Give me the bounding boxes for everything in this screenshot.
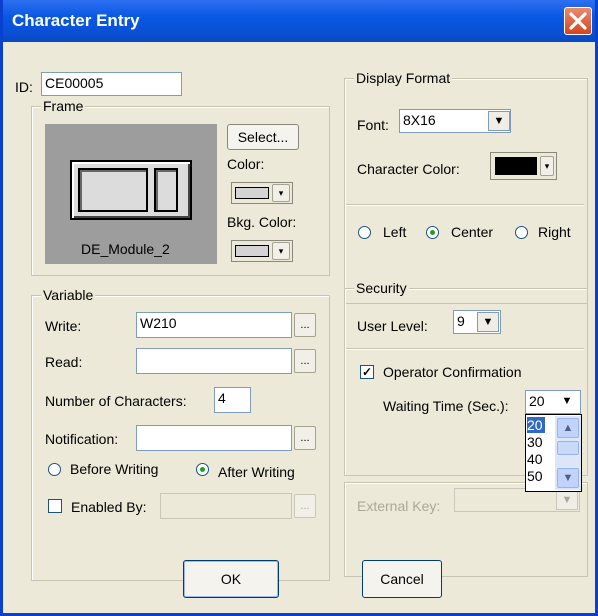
chevron-down-icon[interactable]: ▼ [477, 312, 499, 332]
title-bar[interactable]: Character Entry [3, 0, 595, 42]
display-format-legend: Display Format [354, 70, 453, 86]
ok-button[interactable]: OK [183, 560, 279, 598]
id-input[interactable]: CE00005 [41, 72, 182, 96]
read-input[interactable] [136, 348, 292, 374]
dropdown-scrollbar[interactable]: ▲ ▼ [555, 416, 581, 490]
after-writing-label: After Writing [218, 464, 295, 480]
write-input[interactable]: W210 [136, 312, 292, 338]
before-writing-radio[interactable] [48, 463, 61, 476]
align-center-radio[interactable] [426, 226, 439, 239]
waiting-time-dropdown-list[interactable]: 20 30 40 50 ▲ ▼ [525, 414, 582, 492]
write-label: Write: [45, 318, 82, 334]
scroll-down-icon[interactable]: ▼ [557, 468, 579, 488]
font-label: Font: [357, 117, 389, 133]
waiting-time-option[interactable]: 30 [527, 434, 543, 450]
character-color-swatch [495, 157, 537, 175]
notification-input[interactable] [136, 425, 292, 451]
close-icon [569, 12, 587, 30]
waiting-time-value: 20 [529, 393, 545, 409]
frame-preview-module [70, 160, 192, 220]
waiting-time-label: Waiting Time (Sec.): [383, 398, 509, 414]
close-button[interactable] [564, 7, 592, 35]
bkg-color-label: Bkg. Color: [227, 214, 297, 230]
enabled-by-browse-button: ... [294, 494, 316, 518]
bkg-color-picker[interactable]: ▾ [231, 240, 293, 262]
operator-confirmation-checkbox[interactable]: ✓ [360, 365, 374, 379]
window-title: Character Entry [12, 11, 140, 30]
variable-legend: Variable [41, 287, 96, 303]
number-of-characters-input[interactable]: 4 [214, 387, 251, 413]
frame-color-label: Color: [227, 156, 265, 172]
enabled-by-checkbox[interactable] [48, 499, 62, 513]
before-writing-label: Before Writing [70, 461, 159, 477]
align-right-radio[interactable] [515, 226, 528, 239]
external-key-label: External Key: [357, 498, 441, 514]
align-right-label: Right [538, 224, 571, 240]
chevron-down-icon[interactable]: ▾ [540, 156, 554, 176]
enabled-by-input [160, 493, 292, 519]
scrollbar-thumb[interactable] [557, 441, 579, 455]
frame-color-picker[interactable]: ▾ [231, 182, 293, 204]
checkmark-icon: ✓ [361, 365, 373, 379]
enabled-by-label: Enabled By: [71, 499, 147, 515]
security-legend: Security [354, 280, 409, 296]
separator [346, 348, 584, 350]
bkg-color-swatch [235, 245, 269, 257]
read-browse-button[interactable]: ... [294, 349, 316, 373]
chevron-down-icon[interactable]: ▼ [488, 111, 510, 131]
notification-browse-button[interactable]: ... [294, 426, 316, 450]
read-label: Read: [45, 354, 83, 370]
write-browse-button[interactable]: ... [294, 313, 316, 337]
waiting-time-option[interactable]: 50 [527, 468, 543, 484]
separator [346, 204, 584, 206]
frame-color-swatch [235, 187, 269, 199]
id-label: ID: [15, 79, 33, 95]
frame-legend: Frame [41, 98, 86, 114]
character-entry-dialog: Character Entry ID: CE00005 Frame DE_Mod… [0, 0, 598, 616]
character-color-label: Character Color: [357, 161, 460, 177]
align-left-radio[interactable] [358, 226, 371, 239]
chevron-down-icon[interactable]: ▾ [272, 184, 290, 202]
waiting-time-option[interactable]: 40 [527, 451, 543, 467]
frame-preview: DE_Module_2 [45, 124, 217, 264]
chevron-down-icon: ▼ [556, 490, 578, 510]
select-frame-button[interactable]: Select... [227, 124, 299, 150]
chevron-down-icon[interactable]: ▼ [556, 392, 578, 412]
operator-confirmation-label: Operator Confirmation [383, 364, 522, 380]
dialog-body: ID: CE00005 Frame DE_Module_2 Select... … [3, 42, 595, 613]
frame-preview-label: DE_Module_2 [81, 241, 170, 257]
waiting-time-option[interactable]: 20 [527, 417, 545, 433]
user-level-value: 9 [457, 313, 465, 329]
user-level-label: User Level: [357, 318, 428, 334]
notification-label: Notification: [45, 431, 119, 447]
character-color-picker[interactable]: ▾ [490, 152, 557, 180]
scroll-up-icon[interactable]: ▲ [557, 418, 579, 438]
cancel-button[interactable]: Cancel [362, 560, 442, 598]
align-center-label: Center [451, 224, 494, 240]
font-value: 8X16 [403, 112, 436, 128]
after-writing-radio[interactable] [196, 463, 209, 476]
number-of-characters-label: Number of Characters: [45, 393, 187, 409]
chevron-down-icon[interactable]: ▾ [272, 242, 290, 260]
align-left-label: Left [383, 224, 407, 240]
